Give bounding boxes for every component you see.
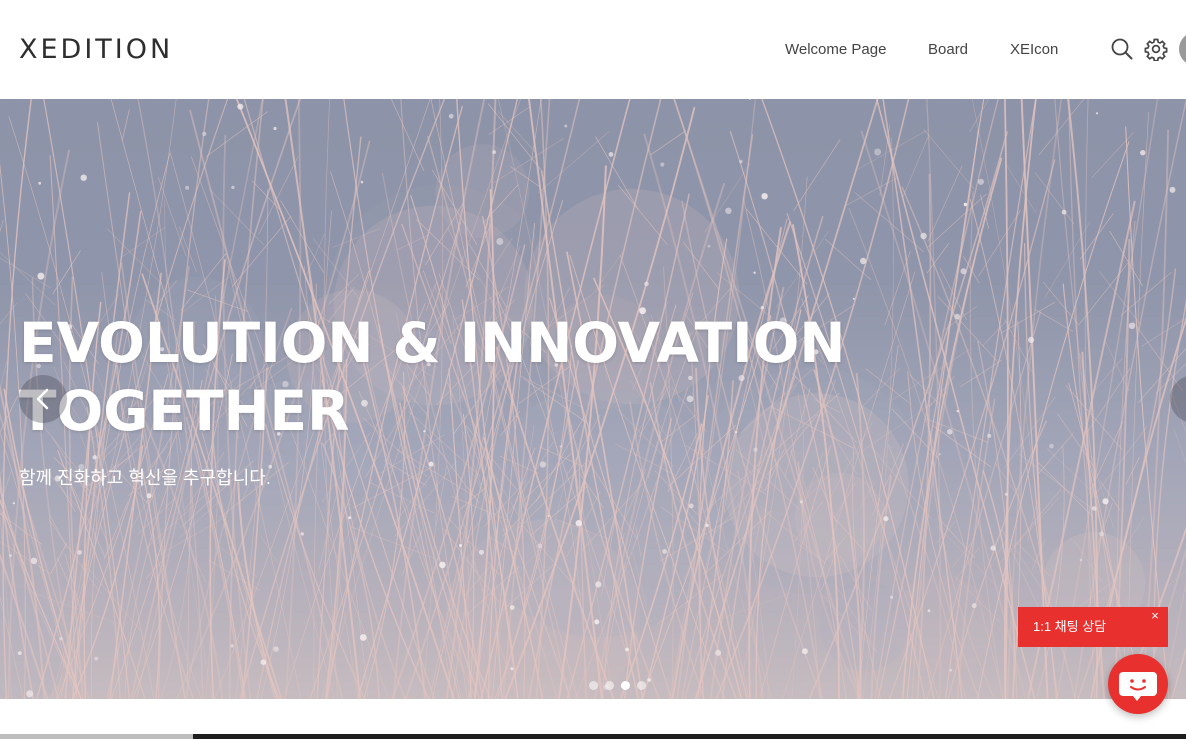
nav-board[interactable]: Board xyxy=(928,38,968,62)
chevron-left-icon xyxy=(36,388,49,410)
hero-subtitle: 함께 진화하고 혁신을 추구합니다. xyxy=(19,468,271,488)
page: XEDITION Welcome Page Board XEIcon EVOLU… xyxy=(0,0,1186,739)
hero-title-line-1: EVOLUTION & INNOVATION xyxy=(19,311,846,375)
chat-close-icon[interactable]: × xyxy=(1148,609,1162,623)
search-icon[interactable] xyxy=(1110,37,1134,61)
avatar[interactable] xyxy=(1179,32,1186,66)
nav-xeicon[interactable]: XEIcon xyxy=(1010,38,1058,62)
slider-prev-button[interactable] xyxy=(19,375,67,423)
slider-dot[interactable] xyxy=(621,681,630,690)
chevron-right-icon xyxy=(1170,375,1186,423)
chat-smile-icon xyxy=(1119,672,1157,701)
content-area xyxy=(0,699,1186,734)
hero-slider: EVOLUTION & INNOVATION TOGETHER 함께 진화하고 … xyxy=(0,99,1186,699)
gear-icon[interactable] xyxy=(1144,37,1168,62)
site-logo[interactable]: XEDITION xyxy=(19,35,173,65)
site-header: XEDITION Welcome Page Board XEIcon xyxy=(0,0,1186,99)
slider-next-button[interactable] xyxy=(1170,375,1186,423)
slider-dot[interactable] xyxy=(589,681,598,690)
bottom-bar-segment xyxy=(0,734,193,739)
nav-welcome-page[interactable]: Welcome Page xyxy=(785,38,886,62)
chat-consult-label[interactable]: 1:1 채팅 상담 xyxy=(1018,607,1168,647)
hero-title: EVOLUTION & INNOVATION TOGETHER xyxy=(19,309,845,445)
slider-dot[interactable] xyxy=(637,681,646,690)
slider-dot[interactable] xyxy=(605,681,614,690)
hero-title-line-2: TOGETHER xyxy=(19,379,350,443)
chat-bubble-button[interactable] xyxy=(1108,654,1168,714)
